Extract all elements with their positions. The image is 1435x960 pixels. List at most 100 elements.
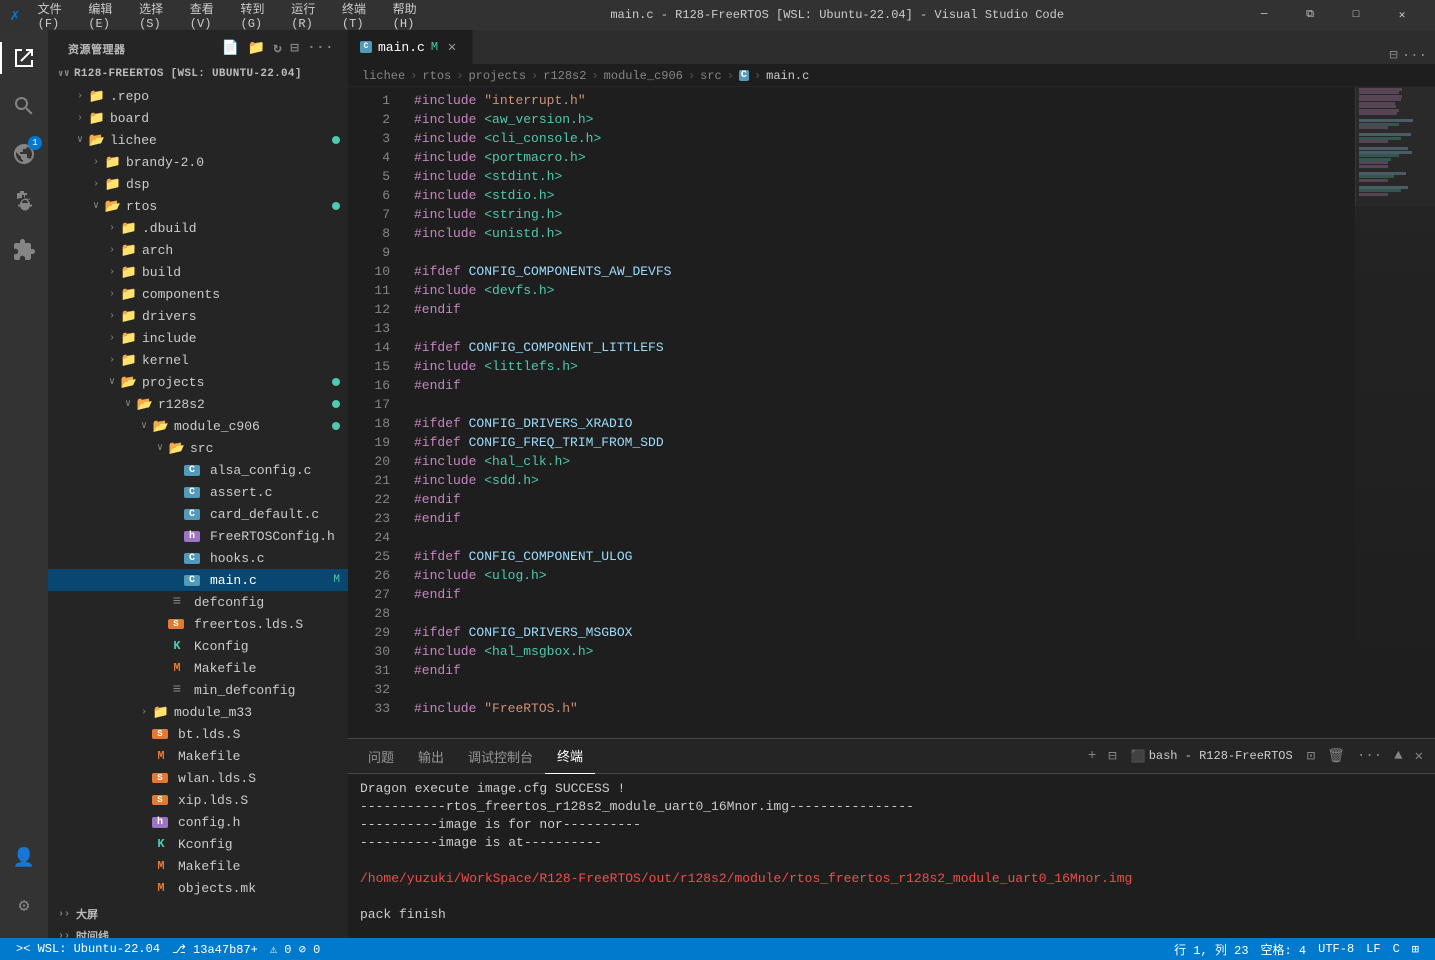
collapse-icon[interactable]: ⊟ <box>288 38 301 59</box>
panel-tab-problems[interactable]: 问题 <box>356 739 406 774</box>
indent-item[interactable]: 空格: 4 <box>1255 938 1313 960</box>
tree-item-brandy[interactable]: › 📁 brandy-2.0 <box>48 151 348 173</box>
tree-item-board[interactable]: › 📁 board <box>48 107 348 129</box>
code-area[interactable]: #include "interrupt.h" #include <aw_vers… <box>398 87 1355 738</box>
menu-help[interactable]: 帮助(H) <box>385 0 434 33</box>
tree-item-drivers[interactable]: › 📁 drivers <box>48 305 348 327</box>
tree-item-lichee[interactable]: ∨ 📂 lichee <box>48 129 348 151</box>
panel-maximize-icon[interactable]: ▲ <box>1390 744 1406 768</box>
menu-run[interactable]: 运行(R) <box>283 0 332 33</box>
tree-item-repo[interactable]: › 📁 .repo <box>48 85 348 107</box>
settings-activity-icon[interactable]: ⚙ <box>0 882 48 930</box>
terminal-line-6: /home/yuzuki/WorkSpace/R128-FreeRTOS/out… <box>360 870 1423 888</box>
menu-goto[interactable]: 转到(G) <box>233 0 282 33</box>
tree-item-bt-lds[interactable]: S bt.lds.S <box>48 723 348 745</box>
git-branch-item[interactable]: ⎇ 13a47b87+ <box>166 938 264 960</box>
extensions-activity-icon[interactable] <box>0 226 48 274</box>
account-activity-icon[interactable]: 👤 <box>0 834 48 882</box>
breadcrumb-lichee[interactable]: lichee <box>362 69 405 83</box>
new-terminal-icon[interactable]: + <box>1084 744 1100 768</box>
menu-file[interactable]: 文件(F) <box>30 0 79 33</box>
tree-item-wlan-lds[interactable]: S wlan.lds.S <box>48 767 348 789</box>
tree-item-makefile[interactable]: M Makefile <box>48 657 348 679</box>
line-num-14: 14 <box>348 338 390 357</box>
tree-item-kernel[interactable]: › 📁 kernel <box>48 349 348 371</box>
tree-item-freertos-lds[interactable]: S freertos.lds.S <box>48 613 348 635</box>
breadcrumb-projects[interactable]: projects <box>468 69 526 83</box>
cursor-position-item[interactable]: 行 1, 列 23 <box>1168 938 1254 960</box>
breadcrumb-rtos[interactable]: rtos <box>422 69 451 83</box>
panel-tab-debug-console[interactable]: 调试控制台 <box>456 739 545 774</box>
tree-item-objects-mk[interactable]: M objects.mk <box>48 877 348 899</box>
breadcrumb-module-c906[interactable]: module_c906 <box>604 69 683 83</box>
split-editor-icon[interactable]: ⊟ <box>1389 47 1397 64</box>
encoding-item[interactable]: UTF-8 <box>1312 938 1360 960</box>
restore-button[interactable]: ⧉ <box>1287 0 1333 30</box>
close-button[interactable]: ✕ <box>1379 0 1425 30</box>
new-file-icon[interactable]: 📄 <box>220 38 242 59</box>
terminal-session[interactable]: ⬛ bash - R128-FreeRTOS <box>1125 749 1299 764</box>
more-tabs-icon[interactable]: ··· <box>1402 48 1427 64</box>
tree-item-module-m33[interactable]: › 📁 module_m33 <box>48 701 348 723</box>
explorer-activity-icon[interactable] <box>0 34 48 82</box>
search-activity-icon[interactable] <box>0 82 48 130</box>
git-activity-icon[interactable]: 1 <box>0 130 48 178</box>
breadcrumb-r128s2[interactable]: r128s2 <box>543 69 586 83</box>
tree-item-dsp[interactable]: › 📁 dsp <box>48 173 348 195</box>
terminal-more-icon[interactable]: ··· <box>1353 744 1386 768</box>
tree-item-alsa-config[interactable]: C alsa_config.c <box>48 459 348 481</box>
layout-item[interactable]: ⊞ <box>1406 938 1425 960</box>
split-terminal-icon[interactable]: ⊟ <box>1104 744 1120 769</box>
breadcrumb-src[interactable]: src <box>700 69 722 83</box>
new-folder-icon[interactable]: 📁 <box>245 38 267 59</box>
tree-item-freertosconfig[interactable]: h FreeRTOSConfig.h <box>48 525 348 547</box>
remote-status-item[interactable]: >< WSL: Ubuntu-22.04 <box>10 938 166 960</box>
minimize-button[interactable]: ─ <box>1241 0 1287 30</box>
errors-warnings-item[interactable]: ⚠ 0 ⊘ 0 <box>264 938 326 960</box>
tree-item-timeline[interactable]: › 时间线 <box>48 925 348 938</box>
line-ending-item[interactable]: LF <box>1360 938 1386 960</box>
tree-item-defconfig[interactable]: ≡ defconfig <box>48 591 348 613</box>
tree-item-kconfig2[interactable]: K Kconfig <box>48 833 348 855</box>
tree-item-main[interactable]: C main.c M <box>48 569 348 591</box>
tree-item-card-default[interactable]: C card_default.c <box>48 503 348 525</box>
terminal-content[interactable]: Dragon execute image.cfg SUCCESS ! -----… <box>348 774 1435 938</box>
tree-item-dbuild[interactable]: › 📁 .dbuild <box>48 217 348 239</box>
kill-terminal-icon[interactable]: 🗑 <box>1323 744 1349 769</box>
tree-item-include[interactable]: › 📁 include <box>48 327 348 349</box>
tree-item-config-h[interactable]: h config.h <box>48 811 348 833</box>
panel-tab-output[interactable]: 输出 <box>406 739 456 774</box>
tree-item-components[interactable]: › 📁 components <box>48 283 348 305</box>
refresh-icon[interactable]: ↻ <box>271 38 284 59</box>
tree-item-hooks[interactable]: C hooks.c <box>48 547 348 569</box>
tree-item-xip-lds[interactable]: S xip.lds.S <box>48 789 348 811</box>
menu-view[interactable]: 查看(V) <box>182 0 231 33</box>
language-item[interactable]: C <box>1387 938 1406 960</box>
tree-item-makefile2[interactable]: M Makefile <box>48 855 348 877</box>
tree-item-kconfig[interactable]: K Kconfig <box>48 635 348 657</box>
tree-item-module-c906[interactable]: ∨ 📂 module_c906 <box>48 415 348 437</box>
tree-item-min-defconfig[interactable]: ≡ min_defconfig <box>48 679 348 701</box>
tree-item-projects[interactable]: ∨ 📂 projects <box>48 371 348 393</box>
panel-close-icon[interactable]: ✕ <box>1411 744 1427 769</box>
breadcrumb-file[interactable]: main.c <box>766 69 809 83</box>
tab-main-c[interactable]: C main.c M ✕ <box>348 30 473 64</box>
maximize-button[interactable]: □ <box>1333 0 1379 30</box>
tree-item-rtos[interactable]: ∨ 📂 rtos <box>48 195 348 217</box>
tab-close-main[interactable]: ✕ <box>444 39 460 55</box>
menu-terminal[interactable]: 终端(T) <box>334 0 383 33</box>
terminal-split-pane-icon[interactable]: ⊡ <box>1303 744 1319 769</box>
tree-item-build[interactable]: › 📁 build <box>48 261 348 283</box>
tree-item-r128s2[interactable]: ∨ 📂 r128s2 <box>48 393 348 415</box>
tree-item-arch[interactable]: › 📁 arch <box>48 239 348 261</box>
tree-item-src[interactable]: ∨ 📂 src <box>48 437 348 459</box>
more-icon[interactable]: ··· <box>305 38 336 59</box>
tree-root[interactable]: ∨ R128-FREERTOS [WSL: UBUNTU-22.04] <box>48 63 348 85</box>
menu-select[interactable]: 选择(S) <box>131 0 180 33</box>
tree-item-makefile-m33[interactable]: M Makefile <box>48 745 348 767</box>
panel-tab-terminal[interactable]: 终端 <box>545 739 595 774</box>
tree-item-outline[interactable]: › 大屏 <box>48 903 348 925</box>
menu-edit[interactable]: 编辑(E) <box>80 0 129 33</box>
debug-activity-icon[interactable] <box>0 178 48 226</box>
tree-item-assert[interactable]: C assert.c <box>48 481 348 503</box>
